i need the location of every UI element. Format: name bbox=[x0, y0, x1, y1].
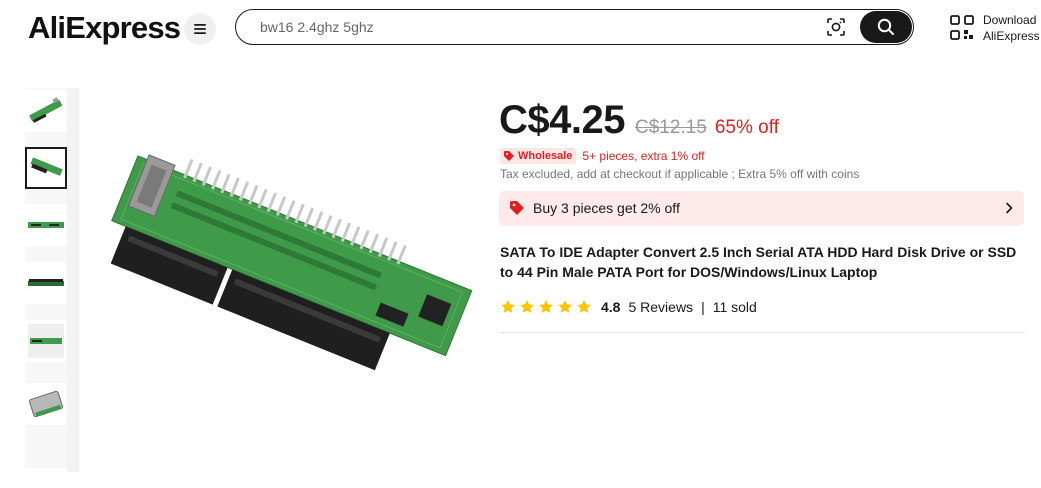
sold-count: 11 sold bbox=[712, 299, 757, 315]
thumbnail-4[interactable] bbox=[25, 262, 67, 304]
section-divider bbox=[499, 332, 1025, 333]
wholesale-row: Wholesale 5+ pieces, extra 1% off bbox=[500, 148, 705, 164]
menu-button[interactable] bbox=[184, 13, 216, 45]
product-thumbnail-image bbox=[30, 157, 63, 176]
search-icon bbox=[877, 18, 894, 35]
gallery-divider bbox=[67, 88, 79, 472]
wholesale-text: 5+ pieces, extra 1% off bbox=[582, 149, 705, 163]
product-thumbnail-image bbox=[29, 97, 63, 123]
price-row: C$4.25 C$12.15 65% off bbox=[499, 98, 779, 143]
product-thumbnail-image bbox=[28, 279, 64, 286]
chevron-right-icon bbox=[1006, 202, 1013, 214]
thumbnail-3[interactable] bbox=[25, 204, 67, 246]
promo-text: Buy 3 pieces get 2% off bbox=[533, 200, 680, 216]
search-bar bbox=[235, 9, 914, 45]
product-thumbnail-image bbox=[28, 222, 64, 228]
thumbnail-1[interactable] bbox=[25, 90, 67, 132]
separator: | bbox=[701, 299, 705, 315]
product-thumbnail-image bbox=[28, 390, 64, 418]
rating-stars bbox=[500, 299, 595, 315]
discount-percent: 65% off bbox=[714, 117, 779, 138]
search-button[interactable] bbox=[860, 11, 912, 43]
download-line-2: AliExpress bbox=[983, 29, 1040, 43]
star-icon bbox=[577, 300, 591, 313]
thumbnail-2[interactable] bbox=[25, 147, 67, 189]
thumbnail-6[interactable] bbox=[25, 383, 67, 425]
wholesale-label: Wholesale bbox=[518, 150, 573, 162]
tag-icon bbox=[504, 151, 514, 161]
rating-value: 4.8 bbox=[601, 299, 621, 315]
download-line-1: Download bbox=[983, 13, 1037, 27]
product-title: SATA To IDE Adapter Convert 2.5 Inch Ser… bbox=[500, 244, 1017, 280]
search-input[interactable] bbox=[260, 10, 820, 44]
tax-note: Tax excluded, add at checkout if applica… bbox=[500, 167, 860, 181]
aliexpress-logo[interactable]: AliExpress bbox=[28, 10, 181, 46]
wholesale-badge: Wholesale bbox=[500, 148, 577, 164]
promo-bar[interactable]: Buy 3 pieces get 2% off bbox=[499, 191, 1024, 226]
star-icon bbox=[539, 300, 553, 313]
thumbnail-5[interactable] bbox=[25, 320, 67, 362]
rating-row: 4.8 5 Reviews | 11 sold bbox=[500, 297, 757, 317]
download-app-link[interactable]: Download AliExpress bbox=[950, 12, 1040, 44]
product-thumbnail-image bbox=[28, 324, 64, 358]
original-price: C$12.15 bbox=[634, 117, 707, 138]
reviews-link[interactable]: 5 Reviews bbox=[628, 299, 693, 315]
current-price: C$4.25 bbox=[499, 98, 625, 142]
hamburger-icon bbox=[194, 24, 206, 34]
logo-text: AliExpress bbox=[28, 10, 181, 45]
image-search-icon[interactable] bbox=[826, 17, 846, 37]
star-icon bbox=[558, 300, 572, 313]
download-text: Download AliExpress bbox=[983, 12, 1040, 44]
coupon-tag-icon bbox=[510, 201, 524, 215]
main-product-image bbox=[110, 154, 473, 371]
qr-code-icon bbox=[950, 15, 974, 40]
star-icon bbox=[501, 300, 515, 313]
star-icon bbox=[520, 300, 534, 313]
